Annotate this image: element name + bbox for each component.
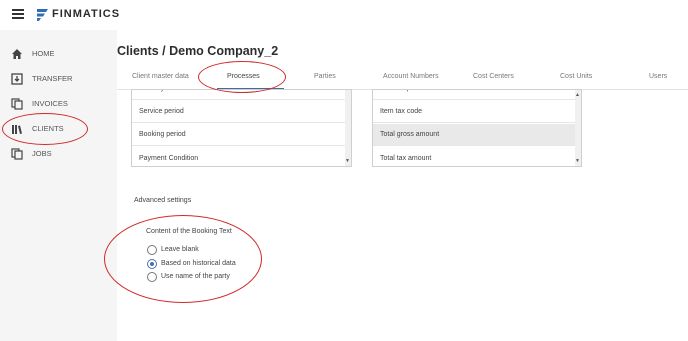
list-item-selected[interactable]: Total gross amount: [373, 124, 577, 146]
advanced-settings-heading: Advanced settings: [134, 197, 192, 204]
tab-client-master-data[interactable]: Client master data: [132, 73, 189, 80]
scrollbar[interactable]: ▼: [345, 90, 351, 166]
list-item[interactable]: Service period: [132, 101, 347, 123]
sidebar-item-home[interactable]: HOME: [0, 45, 117, 65]
right-field-list[interactable]: Item tax percent Item tax code Total gro…: [372, 89, 582, 167]
list-item[interactable]: Item tax percent: [373, 90, 577, 100]
radio-label: Based on historical data: [161, 260, 236, 267]
sidebar-item-clients[interactable]: CLIENTS: [0, 120, 117, 140]
finmatics-logo-icon: [37, 9, 48, 21]
menu-icon[interactable]: [12, 9, 24, 19]
scroll-down-icon[interactable]: ▼: [345, 158, 350, 164]
list-item[interactable]: Item tax code: [373, 101, 577, 123]
left-field-list[interactable]: Delivery date Service period Booking per…: [131, 89, 352, 167]
page-title: Clients / Demo Company_2: [117, 44, 279, 58]
list-item[interactable]: Delivery date: [132, 90, 347, 100]
tab-processes[interactable]: Processes: [227, 73, 260, 80]
sidebar-item-label: INVOICES: [32, 99, 68, 108]
radio-label: Leave blank: [161, 246, 199, 253]
tab-account-numbers[interactable]: Account Numbers: [383, 73, 439, 80]
sidebar-item-jobs[interactable]: JOBS: [0, 145, 117, 165]
sidebar-item-label: CLIENTS: [32, 124, 64, 133]
copy-icon: [11, 148, 23, 160]
tab-users[interactable]: Users: [649, 73, 667, 80]
list-item[interactable]: Booking period: [132, 124, 347, 146]
radio-button[interactable]: [147, 245, 157, 255]
transfer-icon: [11, 73, 23, 85]
tab-parties[interactable]: Parties: [314, 73, 336, 80]
radio-label: Use name of the party: [161, 273, 230, 280]
brand-name: FINMATICS: [52, 8, 121, 20]
library-icon: [12, 125, 22, 134]
booking-text-label: Content of the Booking Text: [146, 228, 232, 235]
tab-bar: Client master data Processes Parties Acc…: [117, 68, 688, 90]
sidebar-item-transfer[interactable]: TRANSFER: [0, 70, 117, 90]
sidebar: HOME TRANSFER INVOICES CLIENTS JOBS: [0, 30, 117, 341]
tab-cost-units[interactable]: Cost Units: [560, 73, 592, 80]
radio-button[interactable]: [147, 272, 157, 282]
radio-button-checked[interactable]: [147, 259, 157, 269]
main-content: Clients / Demo Company_2 Client master d…: [117, 30, 688, 341]
sidebar-item-label: JOBS: [32, 149, 52, 158]
scroll-down-icon[interactable]: ▼: [575, 158, 580, 164]
sidebar-item-label: TRANSFER: [32, 74, 73, 83]
sidebar-item-invoices[interactable]: INVOICES: [0, 95, 117, 115]
copy-icon: [11, 98, 23, 110]
list-item[interactable]: Payment Condition: [132, 148, 347, 166]
scroll-up-icon[interactable]: ▲: [575, 92, 580, 98]
tab-cost-centers[interactable]: Cost Centers: [473, 73, 514, 80]
home-icon: [12, 49, 22, 59]
sidebar-item-label: HOME: [32, 49, 55, 58]
scrollbar[interactable]: ▲ ▼: [575, 90, 581, 166]
list-item[interactable]: Total tax amount: [373, 148, 577, 166]
top-bar: FINMATICS: [0, 0, 688, 30]
